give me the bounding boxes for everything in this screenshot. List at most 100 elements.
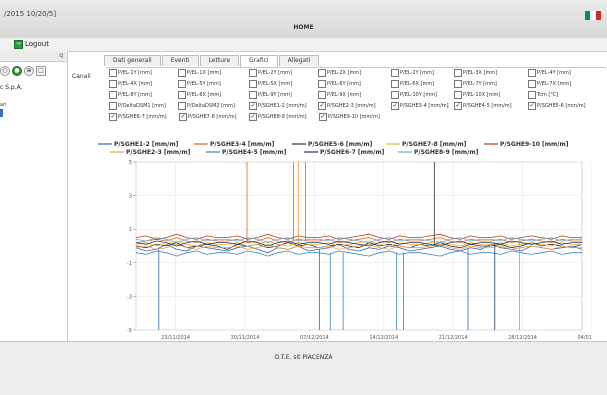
sidebar-sub-label[interactable]: ari	[0, 102, 7, 108]
channel-checkbox[interactable]: ✓ P/SGHE6-7 [mm/m]	[109, 113, 167, 121]
channel-label: P/EL-8Y [mm]	[118, 92, 152, 98]
channel-checkbox[interactable]: P/EL-4Y [mm]	[528, 69, 571, 77]
unchecked-box-icon[interactable]	[249, 91, 257, 99]
footer-text: O.T.E. sit PIACENZA	[274, 354, 333, 361]
y-tick-label: 5	[129, 160, 132, 166]
channel-checkbox[interactable]: P/EL-4X [mm]	[109, 80, 152, 88]
checked-box-icon[interactable]: ✓	[249, 113, 257, 121]
channel-checkbox[interactable]: ✓ P/SGHE3-4 [mm/m]	[391, 102, 449, 110]
checked-box-icon[interactable]: ✓	[179, 113, 187, 121]
unchecked-box-icon[interactable]	[391, 69, 399, 77]
channel-checkbox[interactable]: ✓ P/SGHE7-8 [mm/m]	[179, 113, 237, 121]
circle-icon[interactable]: ○	[0, 66, 10, 76]
tab-dati-generali[interactable]: Dati generali	[104, 55, 161, 66]
channel-row: P/EL-4X [mm] P/EL-5Y [mm] P/EL-5X [mm] P/EL…	[106, 79, 606, 90]
italian-flag-icon[interactable]	[585, 11, 601, 20]
sidebar-selection-marker	[0, 109, 3, 117]
legend-label: P/SGHE7-8 [mm/m]	[402, 141, 467, 148]
channel-label: P/SGHE6-7 [mm/m]	[118, 114, 167, 120]
version-label: /2015 10/20/5]	[4, 10, 57, 18]
sidebar-tools: ○ ● ⊕ □	[0, 66, 46, 76]
channel-label: P/DeltaDSM2 [mm]	[187, 103, 235, 109]
unchecked-box-icon[interactable]	[528, 91, 536, 99]
checked-box-icon[interactable]: ✓	[319, 113, 327, 121]
unchecked-box-icon[interactable]	[178, 91, 186, 99]
checked-box-icon[interactable]: ✓	[454, 102, 462, 110]
sidebar: q ○ ● ⊕ □ c S.p.A. ari	[0, 51, 68, 341]
unchecked-box-icon[interactable]	[528, 80, 536, 88]
sidebar-collapse-icon[interactable]: q	[59, 52, 63, 59]
channel-checkbox[interactable]: P/EL-9X [mm]	[318, 91, 361, 99]
y-tick-label: -5	[127, 328, 132, 334]
channel-checkbox[interactable]: P/DeltaDSM1 [mm]	[109, 102, 166, 110]
checked-box-icon[interactable]: ✓	[318, 102, 326, 110]
channel-checkbox[interactable]: P/EL-5Y [mm]	[178, 80, 221, 88]
square-icon[interactable]: □	[36, 66, 46, 76]
channel-checkbox[interactable]: ✓ P/SGHE2-3 [mm/m]	[318, 102, 376, 110]
channels-label: Canali	[72, 73, 91, 80]
channel-checkbox[interactable]: P/EL-10X [mm]	[454, 91, 500, 99]
checked-box-icon[interactable]: ✓	[109, 113, 117, 121]
unchecked-box-icon[interactable]	[391, 80, 399, 88]
unchecked-box-icon[interactable]	[454, 69, 462, 77]
unchecked-box-icon[interactable]	[109, 69, 117, 77]
unchecked-box-icon[interactable]	[318, 69, 326, 77]
channel-checkbox[interactable]: ✓ P/SGHE9-10 [mm/m]	[319, 113, 380, 121]
checked-box-icon[interactable]: ✓	[391, 102, 399, 110]
checked-box-icon[interactable]: ✓	[249, 102, 257, 110]
unchecked-box-icon[interactable]	[109, 80, 117, 88]
channel-checkbox[interactable]: P/EL-8X [mm]	[178, 91, 221, 99]
unchecked-box-icon[interactable]	[454, 80, 462, 88]
unchecked-box-icon[interactable]	[109, 91, 117, 99]
tab-grafici[interactable]: Grafici	[240, 55, 278, 67]
channel-checkbox[interactable]: P/EL-7X [mm]	[528, 80, 571, 88]
unchecked-box-icon[interactable]	[528, 69, 536, 77]
unchecked-box-icon[interactable]	[391, 91, 399, 99]
unchecked-box-icon[interactable]	[109, 102, 117, 110]
channel-checkbox[interactable]: P/EL-2Y [mm]	[391, 69, 434, 77]
channel-checkbox[interactable]: P/EL-2Y [mm]	[249, 69, 292, 77]
channel-checkbox[interactable]: Tcm [°C]	[528, 91, 558, 99]
unchecked-box-icon[interactable]	[318, 91, 326, 99]
channel-checkbox[interactable]: P/EL-6X [mm]	[391, 80, 434, 88]
legend-label: P/SGHE6-7 [mm/m]	[320, 149, 385, 156]
channel-checkbox[interactable]: P/EL-1X [mm]	[178, 69, 221, 77]
channel-checkbox[interactable]: P/EL-1Y [mm]	[109, 69, 152, 77]
channel-checkbox[interactable]: P/EL-9Y [mm]	[249, 91, 292, 99]
channel-checkbox[interactable]: ✓ P/SGHE4-5 [mm/m]	[454, 102, 512, 110]
channel-checkbox[interactable]: ✓ P/SGHE1-2 [mm/m]	[249, 102, 307, 110]
tab-letture[interactable]: Letture	[199, 55, 240, 66]
channel-label: P/SGHE5-6 [mm/m]	[537, 103, 586, 109]
legend-label: P/SGHE9-10 [mm/m]	[500, 141, 569, 148]
unchecked-box-icon[interactable]	[178, 80, 186, 88]
channel-checkbox[interactable]: P/EL-2X [mm]	[318, 69, 361, 77]
checked-box-icon[interactable]: ✓	[528, 102, 536, 110]
unchecked-box-icon[interactable]	[178, 102, 186, 110]
toolbar: i ↪ Logout	[0, 38, 607, 86]
channel-checkbox[interactable]: ✓ P/SGHE5-6 [mm/m]	[528, 102, 586, 110]
unchecked-box-icon[interactable]	[318, 80, 326, 88]
unchecked-box-icon[interactable]	[454, 91, 462, 99]
channel-checkbox[interactable]: P/EL-5X [mm]	[249, 80, 292, 88]
y-tick-label: 3	[129, 194, 132, 200]
channel-checkbox[interactable]: P/EL-7Y [mm]	[454, 80, 497, 88]
channel-checkbox[interactable]: P/EL-8Y [mm]	[109, 91, 152, 99]
refresh-icon[interactable]: ●	[12, 66, 22, 76]
footer: O.T.E. sit PIACENZA	[0, 341, 607, 395]
channel-label: P/EL-8X [mm]	[187, 92, 222, 98]
y-tick-label: 1	[129, 227, 132, 233]
unchecked-box-icon[interactable]	[178, 69, 186, 77]
channel-checkbox[interactable]: P/DeltaDSM2 [mm]	[178, 102, 235, 110]
channel-checkbox[interactable]: P/EL-6Y [mm]	[318, 80, 361, 88]
tab-allegati[interactable]: Allegati	[278, 55, 320, 66]
unchecked-box-icon[interactable]	[249, 69, 257, 77]
channel-checkbox[interactable]: P/EL-3X [mm]	[454, 69, 497, 77]
sidebar-company[interactable]: c S.p.A.	[0, 84, 23, 91]
channel-label: P/EL-10X [mm]	[463, 92, 501, 98]
add-icon[interactable]: ⊕	[24, 66, 34, 76]
unchecked-box-icon[interactable]	[249, 80, 257, 88]
channel-checkbox[interactable]: P/EL-10Y [mm]	[391, 91, 437, 99]
logout-button[interactable]: ↪ Logout	[14, 39, 49, 49]
tab-eventi[interactable]: Eventi	[161, 55, 199, 66]
channel-checkbox[interactable]: ✓ P/SGHE8-9 [mm/m]	[249, 113, 307, 121]
